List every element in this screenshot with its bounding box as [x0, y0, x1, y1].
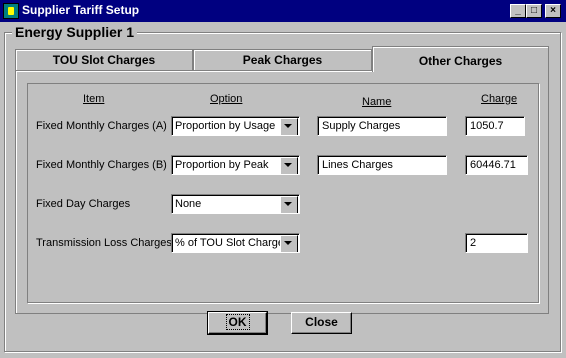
option-value: % of TOU Slot Charges: [175, 237, 290, 249]
header-name: Name: [362, 96, 392, 108]
name-field-fixed-monthly-a[interactable]: Supply Charges: [317, 116, 447, 136]
row-label-transmission-loss: Transmission Loss Charges: [36, 237, 172, 249]
row-label-fixed-monthly-b: Fixed Monthly Charges (B): [36, 159, 167, 171]
ok-button-label: OK: [225, 314, 250, 330]
chevron-down-icon[interactable]: [280, 196, 298, 213]
group-title: Energy Supplier 1: [12, 24, 138, 40]
option-select-fixed-monthly-a[interactable]: Proportion by Usage: [171, 116, 300, 136]
option-value: Proportion by Usage: [175, 120, 276, 132]
option-select-fixed-monthly-b[interactable]: Proportion by Peak: [171, 155, 300, 175]
tab-other-charges[interactable]: Other Charges: [372, 46, 549, 72]
header-item: Item: [83, 93, 105, 105]
row-label-fixed-monthly-a: Fixed Monthly Charges (A): [36, 120, 167, 132]
ok-button[interactable]: OK: [207, 311, 268, 335]
maximize-button[interactable]: □: [526, 4, 542, 18]
app-icon[interactable]: [3, 3, 19, 19]
close-button[interactable]: Close: [291, 312, 352, 334]
header-charge: Charge: [481, 93, 518, 105]
minimize-button[interactable]: _: [510, 4, 526, 18]
header-option: Option: [210, 93, 243, 105]
close-window-button[interactable]: ×: [545, 4, 561, 18]
tab-tou-slot-charges[interactable]: TOU Slot Charges: [15, 49, 193, 71]
window-title: Supplier Tariff Setup: [22, 3, 140, 17]
charge-field-transmission-loss[interactable]: 2: [465, 233, 528, 253]
option-select-fixed-day[interactable]: None: [171, 194, 300, 214]
option-select-transmission-loss[interactable]: % of TOU Slot Charges: [171, 233, 300, 253]
charge-field-fixed-monthly-a[interactable]: 1050.7: [465, 116, 525, 136]
option-value: None: [175, 198, 202, 210]
name-field-fixed-monthly-b[interactable]: Lines Charges: [317, 155, 447, 175]
tab-peak-charges[interactable]: Peak Charges: [193, 49, 372, 71]
chevron-down-icon[interactable]: [280, 235, 298, 252]
option-value: Proportion by Peak: [175, 159, 269, 171]
charge-field-fixed-monthly-b[interactable]: 60446.71: [465, 155, 528, 175]
chevron-down-icon[interactable]: [280, 118, 298, 135]
chevron-down-icon[interactable]: [280, 157, 298, 174]
row-label-fixed-day: Fixed Day Charges: [36, 198, 131, 210]
